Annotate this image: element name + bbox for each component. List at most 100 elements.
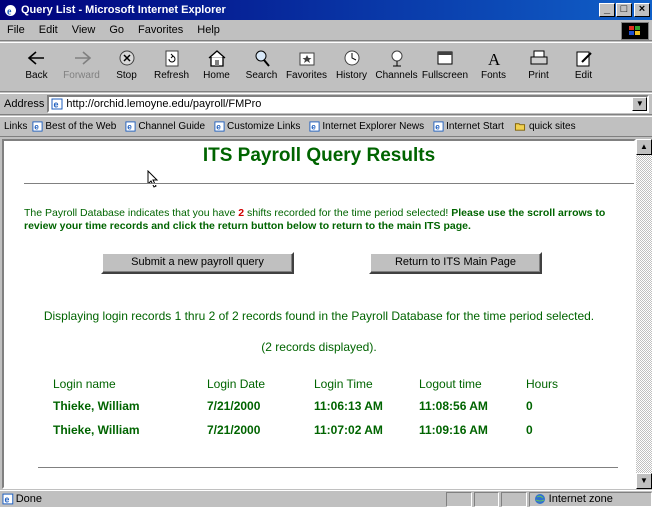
link-label: Customize Links (227, 121, 301, 132)
page-icon: e (214, 121, 225, 132)
status-message: The Payroll Database indicates that you … (24, 207, 624, 233)
stop-icon (119, 50, 134, 66)
channels-button[interactable]: Channels (374, 43, 419, 91)
back-label: Back (25, 70, 48, 81)
edit-icon (576, 51, 592, 67)
history-icon (344, 50, 359, 66)
link-internet-start[interactable]: e Internet Start (433, 121, 504, 132)
cell-logout-time: 11:08:56 AM (419, 399, 488, 413)
col-header-login-time: Login Time (314, 377, 373, 391)
links-label: Links (4, 121, 28, 132)
cell-login-name: Thieke, William (53, 423, 140, 437)
divider-top (24, 183, 634, 185)
svg-text:e: e (4, 494, 9, 504)
address-url: http://orchid.lemoyne.edu/payroll/FMPro (66, 98, 262, 110)
scroll-up-button[interactable]: ▲ (636, 139, 652, 155)
menu-file[interactable]: File (0, 24, 32, 36)
menu-edit[interactable]: Edit (32, 24, 65, 36)
cell-login-date: 7/21/2000 (207, 423, 261, 437)
link-label: Best of the Web (45, 121, 117, 132)
forward-arrow-icon (74, 51, 91, 65)
edit-label: Edit (574, 70, 593, 81)
cell-logout-time: 11:09:16 AM (419, 423, 488, 437)
submit-query-button[interactable]: Submit a new payroll query (101, 252, 294, 274)
return-main-button[interactable]: Return to ITS Main Page (369, 252, 542, 274)
col-header-login-date: Login Date (207, 377, 266, 391)
fonts-label: Fonts (480, 70, 506, 81)
windows-logo-icon (621, 22, 649, 40)
link-quick-sites[interactable]: quick sites (513, 121, 576, 132)
back-arrow-icon (27, 51, 44, 65)
menu-favorites[interactable]: Favorites (131, 24, 190, 36)
svg-text:A: A (488, 50, 501, 68)
favorites-label: Favorites (285, 70, 328, 81)
home-button[interactable]: Home (194, 43, 239, 91)
menu-view[interactable]: View (65, 24, 103, 36)
forward-button[interactable]: Forward (59, 43, 104, 91)
stop-button[interactable]: Stop (104, 43, 149, 91)
vertical-scrollbar[interactable]: ▲ ▼ (636, 139, 652, 489)
cell-login-name: Thieke, William (53, 399, 140, 413)
status-text: Done (15, 493, 43, 505)
search-button[interactable]: Search (239, 43, 284, 91)
address-dropdown-button[interactable]: ▼ (632, 97, 648, 111)
divider-bottom (38, 467, 618, 469)
search-icon (255, 50, 270, 67)
ie-logo-icon: e (3, 3, 17, 17)
refresh-icon (165, 50, 178, 67)
zone-text: Internet zone (548, 493, 613, 505)
menu-help[interactable]: Help (190, 24, 227, 36)
channels-label: Channels (375, 70, 418, 81)
standard-toolbar: Back Forward Stop Refresh Home Search Fa… (0, 42, 652, 92)
cell-login-time: 11:07:02 AM (314, 423, 383, 437)
status-zone: Internet zone (528, 491, 652, 507)
menu-bar: File Edit View Go Favorites Help (0, 20, 652, 41)
address-label: Address (4, 98, 45, 110)
fonts-button[interactable]: A Fonts (471, 43, 516, 91)
svg-text:e: e (35, 123, 40, 132)
svg-text:e: e (128, 123, 133, 132)
status-bar: e Done Internet zone (0, 490, 652, 507)
home-label: Home (203, 70, 230, 81)
cell-login-time: 11:06:13 AM (314, 399, 383, 413)
print-label: Print (528, 70, 549, 81)
favorites-button[interactable]: Favorites (284, 43, 329, 91)
history-button[interactable]: History (329, 43, 374, 91)
fullscreen-button[interactable]: Fullscreen (419, 43, 471, 91)
window-title: Query List - Microsoft Internet Explorer (21, 4, 226, 16)
refresh-button[interactable]: Refresh (149, 43, 194, 91)
history-label: History (335, 70, 368, 81)
print-icon (530, 50, 547, 65)
minimize-button[interactable]: _ (599, 3, 615, 17)
svg-text:e: e (7, 6, 12, 17)
link-ie-news[interactable]: e Internet Explorer News (309, 121, 424, 132)
favorites-icon (299, 52, 314, 66)
page-icon: e (125, 121, 136, 132)
address-input[interactable]: e http://orchid.lemoyne.edu/payroll/FMPr… (47, 95, 650, 113)
home-icon (208, 50, 225, 67)
svg-text:e: e (312, 123, 317, 132)
col-header-logout-time: Logout time (419, 377, 482, 391)
status-cell (473, 491, 500, 507)
close-button[interactable]: × (634, 3, 650, 17)
mouse-cursor-icon (147, 170, 159, 188)
cell-hours: 0 (526, 423, 533, 437)
links-bar: Links e Best of the Web e Channel Guide eC… (0, 116, 652, 137)
link-best-of-web[interactable]: e Best of the Web (32, 121, 116, 132)
back-button[interactable]: Back (14, 43, 59, 91)
page-icon: e (309, 121, 320, 132)
svg-text:e: e (216, 123, 221, 132)
edit-button[interactable]: Edit (561, 43, 606, 91)
link-channel-guide[interactable]: e Channel Guide (125, 121, 205, 132)
link-customize-links[interactable]: e Customize Links (214, 121, 300, 132)
svg-text:e: e (435, 123, 440, 132)
refresh-label: Refresh (153, 70, 189, 81)
search-label: Search (245, 70, 278, 81)
maximize-button[interactable]: □ (616, 3, 632, 17)
fullscreen-icon (437, 51, 453, 65)
print-button[interactable]: Print (516, 43, 561, 91)
scroll-down-button[interactable]: ▼ (636, 473, 652, 489)
records-count: (2 records displayed). (261, 340, 377, 354)
menu-go[interactable]: Go (102, 24, 131, 36)
page-icon: e (51, 98, 63, 110)
